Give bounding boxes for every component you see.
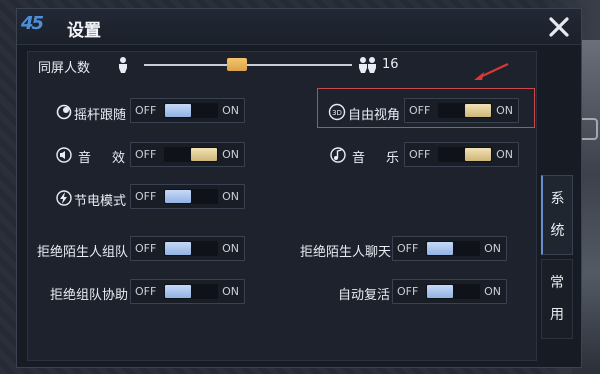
reject-chat-label: 拒绝陌生人聊天	[300, 245, 392, 260]
sound-effects-toggle[interactable]: OFF ON	[130, 142, 245, 167]
toggle-on-label: ON	[222, 285, 239, 298]
toggle-on-label: ON	[222, 104, 239, 117]
tab-common[interactable]: 常 用	[541, 259, 573, 339]
toggle-track	[438, 103, 492, 118]
toggle-track	[426, 284, 480, 299]
reject-assist-toggle[interactable]: OFF ON	[130, 279, 245, 304]
toggle-knob	[427, 242, 453, 255]
auto-revive-toggle[interactable]: OFF ON	[392, 279, 507, 304]
toggle-off-label: OFF	[409, 104, 431, 117]
toggle-on-label: ON	[484, 242, 501, 255]
toggle-on-label: ON	[496, 104, 513, 117]
close-button[interactable]	[545, 13, 573, 41]
players-slider[interactable]	[144, 58, 352, 71]
toggle-track	[164, 241, 218, 256]
toggle-knob	[165, 104, 191, 117]
toggle-knob	[465, 148, 491, 161]
toggle-on-label: ON	[222, 190, 239, 203]
free-view-label: 自由视角	[348, 108, 401, 123]
toggle-off-label: OFF	[397, 285, 419, 298]
toggle-knob	[465, 104, 491, 117]
toggle-knob	[165, 190, 191, 203]
joystick-follow-label: 摇杆跟随	[74, 108, 127, 123]
title-bar: 45 设置	[17, 9, 581, 45]
settings-panel: 45 设置 同屏人数 16 摇杆跟随 OFF ON 3D 自由视角 OFF ON…	[16, 8, 582, 368]
tab-system[interactable]: 系 统	[541, 175, 573, 255]
toggle-track	[164, 147, 218, 162]
3d-view-icon: 3D	[328, 103, 346, 121]
toggle-knob	[427, 285, 453, 298]
toggle-knob	[191, 148, 217, 161]
power-saving-toggle[interactable]: OFF ON	[130, 184, 245, 209]
music-label: 音 乐	[352, 151, 404, 166]
tab-common-char-2: 用	[550, 307, 564, 323]
players-count-value: 16	[382, 57, 399, 72]
tab-system-char-2: 统	[550, 223, 565, 239]
players-on-screen-label: 同屏人数	[38, 61, 91, 76]
toggle-on-label: ON	[496, 148, 513, 161]
toggle-on-label: ON	[222, 242, 239, 255]
toggle-knob	[165, 285, 191, 298]
sound-effects-label: 音 效	[78, 151, 130, 166]
reject-team-toggle[interactable]: OFF ON	[130, 236, 245, 261]
toggle-off-label: OFF	[135, 148, 157, 161]
panel-title: 设置	[67, 21, 101, 41]
power-saving-label: 节电模式	[74, 194, 127, 209]
settings-content: 同屏人数 16 摇杆跟随 OFF ON 3D 自由视角 OFF ON 音 效 O…	[27, 51, 537, 361]
toggle-track	[164, 284, 218, 299]
joystick-follow-toggle[interactable]: OFF ON	[130, 98, 245, 123]
toggle-off-label: OFF	[135, 104, 157, 117]
tab-system-char-1: 系	[550, 191, 565, 207]
annotation-arrow-icon	[474, 63, 509, 80]
reject-assist-label: 拒绝组队协助	[50, 288, 129, 303]
toggle-track	[164, 189, 218, 204]
tab-common-char-1: 常	[550, 275, 564, 291]
side-tabs: 系 统 常 用	[541, 175, 573, 345]
toggle-track	[438, 147, 492, 162]
auto-revive-label: 自动复活	[338, 288, 391, 303]
toggle-off-label: OFF	[135, 242, 157, 255]
music-note-icon	[330, 147, 346, 163]
players-on-screen-row: 同屏人数 16	[28, 52, 536, 80]
svg-text:3D: 3D	[332, 109, 342, 117]
toggle-off-label: OFF	[135, 190, 157, 203]
game-logo: 45	[21, 13, 44, 34]
multiple-people-icon	[359, 57, 376, 73]
reject-chat-toggle[interactable]: OFF ON	[392, 236, 507, 261]
slider-thumb[interactable]	[227, 58, 247, 71]
toggle-off-label: OFF	[397, 242, 419, 255]
toggle-on-label: ON	[484, 285, 501, 298]
toggle-knob	[165, 242, 191, 255]
lightning-icon	[56, 190, 72, 206]
single-person-icon	[119, 57, 127, 73]
joystick-icon	[56, 104, 72, 120]
free-view-toggle[interactable]: OFF ON	[404, 98, 519, 123]
speaker-icon	[56, 147, 72, 163]
toggle-track	[164, 103, 218, 118]
reject-team-label: 拒绝陌生人组队	[37, 245, 129, 260]
music-toggle[interactable]: OFF ON	[404, 142, 519, 167]
toggle-track	[426, 241, 480, 256]
toggle-off-label: OFF	[135, 285, 157, 298]
close-icon	[549, 17, 569, 37]
toggle-off-label: OFF	[409, 148, 431, 161]
toggle-on-label: ON	[222, 148, 239, 161]
